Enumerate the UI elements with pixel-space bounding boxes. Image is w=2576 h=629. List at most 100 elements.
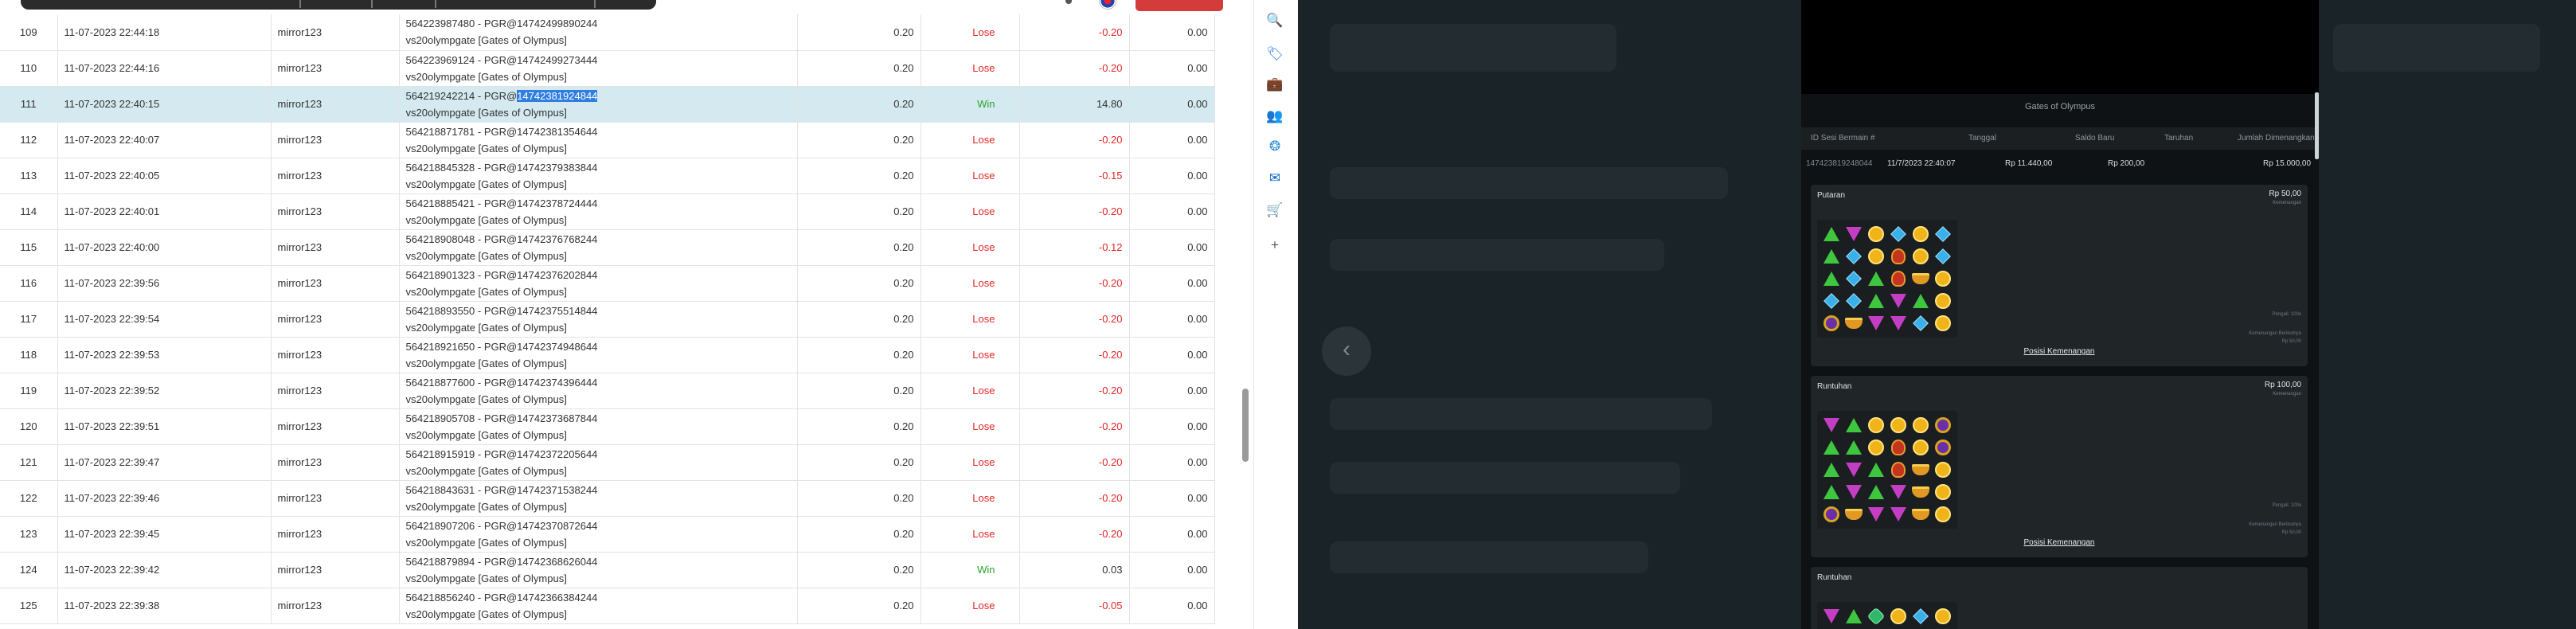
copilot-icon[interactable]: ❂ [1265, 137, 1284, 156]
game-name: vs20olympgate [Gates of Olympus] [405, 572, 567, 584]
tag-icon[interactable]: 🏷 [1265, 45, 1284, 64]
game-name: vs20olympgate [Gates of Olympus] [405, 178, 567, 190]
table-row[interactable]: 116 11-07-2023 22:39:56 mirror123 564218901… [0, 265, 1215, 302]
symbol-hex-y-icon [1887, 414, 1910, 436]
symbol-hex-y-icon [1932, 503, 1954, 525]
symbol-hex-y-icon [1865, 436, 1887, 459]
game-name: vs20olympgate [Gates of Olympus] [405, 142, 567, 154]
row-result: Lose [921, 337, 1020, 373]
row-extra: 0.00 [1129, 229, 1215, 266]
row-result: Lose [921, 14, 1020, 51]
row-datetime: 11-07-2023 22:39:47 [57, 444, 272, 481]
game-name: vs20olympgate [Gates of Olympus] [405, 106, 567, 119]
header-session-id: ID Sesi Bermain # [1811, 134, 1875, 143]
table-row[interactable]: 115 11-07-2023 22:40:00 mirror123 564218908… [0, 229, 1215, 266]
table-row[interactable]: 113 11-07-2023 22:40:05 mirror123 564218845… [0, 158, 1215, 194]
bet-description-line: 564218893550 - PGR@14742375514844 [405, 304, 598, 317]
symbol-hex-y-icon [1932, 605, 1954, 627]
briefcase-icon[interactable]: 💼 [1265, 75, 1284, 94]
table-row[interactable]: 124 11-07-2023 22:39:42 mirror123 564218879… [0, 552, 1215, 588]
table-row[interactable]: 123 11-07-2023 22:39:45 mirror123 564218907… [0, 516, 1215, 553]
back-arrow-button[interactable]: ‹ [1322, 326, 1371, 376]
row-extra: 0.00 [1129, 301, 1215, 338]
symbol-tri-g-icon [1910, 290, 1932, 312]
row-winloss: -0.20 [1019, 301, 1130, 338]
panel-subtitle: Kemenangan [2273, 201, 2301, 205]
table-row[interactable]: 122 11-07-2023 22:39:46 mirror123 564218843… [0, 480, 1215, 517]
winning-position-link[interactable]: Posisi Kemenangan [1811, 538, 2308, 547]
row-bet: 0.20 [797, 516, 921, 553]
session-balance: Rp 11.440,00 [2005, 159, 2053, 168]
winning-position-link[interactable]: Posisi Kemenangan [1811, 347, 2308, 356]
row-description: 564218843631 - PGR@14742371538244 vs20oly… [399, 480, 798, 517]
table-row[interactable]: 109 11-07-2023 22:44:18 mirror123 564223987… [0, 14, 1215, 51]
table-scrollbar[interactable] [1242, 389, 1249, 462]
panel-title: Runtuhan [1817, 382, 1852, 391]
symbol-cup-icon [1843, 312, 1865, 334]
row-username: mirror123 [271, 122, 400, 158]
row-winloss: -0.20 [1019, 50, 1130, 87]
symbol-hex-y-icon [1865, 414, 1887, 436]
symbol-hex-y-icon [1932, 481, 1954, 503]
row-number: 124 [0, 552, 58, 588]
row-number: 125 [0, 588, 58, 624]
table-row[interactable]: 118 11-07-2023 22:39:53 mirror123 564218921… [0, 337, 1215, 373]
game-name: vs20olympgate [Gates of Olympus] [405, 213, 567, 226]
history-table: 109 11-07-2023 22:44:18 mirror123 564223987… [0, 14, 1215, 624]
table-row[interactable]: 111 11-07-2023 22:40:15 mirror123 564219242… [0, 86, 1215, 123]
game-area: ‹ Gates of Olympus ID Sesi Bermain # Tan… [1298, 0, 2576, 629]
row-datetime: 11-07-2023 22:39:54 [57, 301, 272, 338]
table-row[interactable]: 121 11-07-2023 22:39:47 mirror123 564218915… [0, 444, 1215, 481]
row-bet: 0.20 [797, 588, 921, 624]
row-bet: 0.20 [797, 122, 921, 158]
table-row[interactable]: 119 11-07-2023 22:39:52 mirror123 564218877… [0, 373, 1215, 409]
symbol-tri-p-icon [1865, 312, 1887, 334]
row-result: Lose [921, 444, 1020, 481]
bet-description-line: 564218905708 - PGR@14742373687844 [405, 412, 598, 424]
symbol-hex-y-icon [1910, 414, 1932, 436]
symbol-tri-p-icon [1843, 459, 1865, 481]
row-number: 111 [0, 86, 58, 123]
symbol-cup-icon [1910, 481, 1932, 503]
table-row[interactable]: 117 11-07-2023 22:39:54 mirror123 564218893… [0, 301, 1215, 338]
game-name: vs20olympgate [Gates of Olympus] [405, 357, 567, 369]
row-extra: 0.00 [1129, 516, 1215, 553]
row-username: mirror123 [271, 50, 400, 87]
table-row[interactable]: 110 11-07-2023 22:44:16 mirror123 564223969… [0, 50, 1215, 87]
symbol-ring-icon [1932, 414, 1954, 436]
shopping-icon[interactable]: 🛒 [1265, 201, 1284, 220]
row-number: 116 [0, 265, 58, 302]
row-datetime: 11-07-2023 22:39:53 [57, 337, 272, 373]
panel-title: Runtuhan [1817, 573, 1852, 582]
modal-scrollbar[interactable] [2315, 92, 2319, 159]
row-winloss: -0.20 [1019, 265, 1130, 302]
add-icon[interactable]: + [1265, 236, 1284, 255]
row-bet: 0.20 [797, 301, 921, 338]
table-row[interactable]: 120 11-07-2023 22:39:51 mirror123 564218905… [0, 408, 1215, 445]
panel-amount: Rp 50,00 [2269, 189, 2301, 198]
symbol-red-icon [1887, 268, 1910, 290]
language-flag-icon[interactable] [1099, 0, 1116, 10]
row-number: 121 [0, 444, 58, 481]
table-row[interactable]: 114 11-07-2023 22:40:01 mirror123 564218885… [0, 193, 1215, 230]
bet-description-line: 564218921650 - PGR@14742374948644 [405, 340, 598, 353]
row-result: Lose [921, 229, 1020, 266]
row-datetime: 11-07-2023 22:40:00 [57, 229, 272, 266]
symbol-cup-icon [1910, 268, 1932, 290]
bet-description-line: 564218885421 - PGR@14742378724444 [405, 197, 598, 209]
row-datetime: 11-07-2023 22:40:01 [57, 193, 272, 230]
row-description: 564218921650 - PGR@14742374948644 vs20oly… [399, 337, 798, 373]
outlook-icon[interactable]: ✉ [1265, 169, 1284, 188]
dropdown-indicator-icon[interactable] [1065, 0, 1072, 4]
symbol-grid [1817, 220, 1957, 338]
table-row[interactable]: 125 11-07-2023 22:39:38 mirror123 564218856… [0, 588, 1215, 624]
symbol-ring-icon [1820, 503, 1843, 525]
session-bet: Rp 200,00 [2108, 159, 2145, 168]
row-description: 564218915919 - PGR@14742372205644 vs20oly… [399, 444, 798, 481]
row-winloss: -0.20 [1019, 408, 1130, 445]
row-username: mirror123 [271, 14, 400, 51]
table-row[interactable]: 112 11-07-2023 22:40:07 mirror123 564218871… [0, 122, 1215, 158]
logout-button[interactable] [1136, 0, 1223, 11]
search-icon[interactable]: 🔍 [1265, 11, 1284, 30]
people-icon[interactable]: 👥 [1265, 107, 1284, 126]
